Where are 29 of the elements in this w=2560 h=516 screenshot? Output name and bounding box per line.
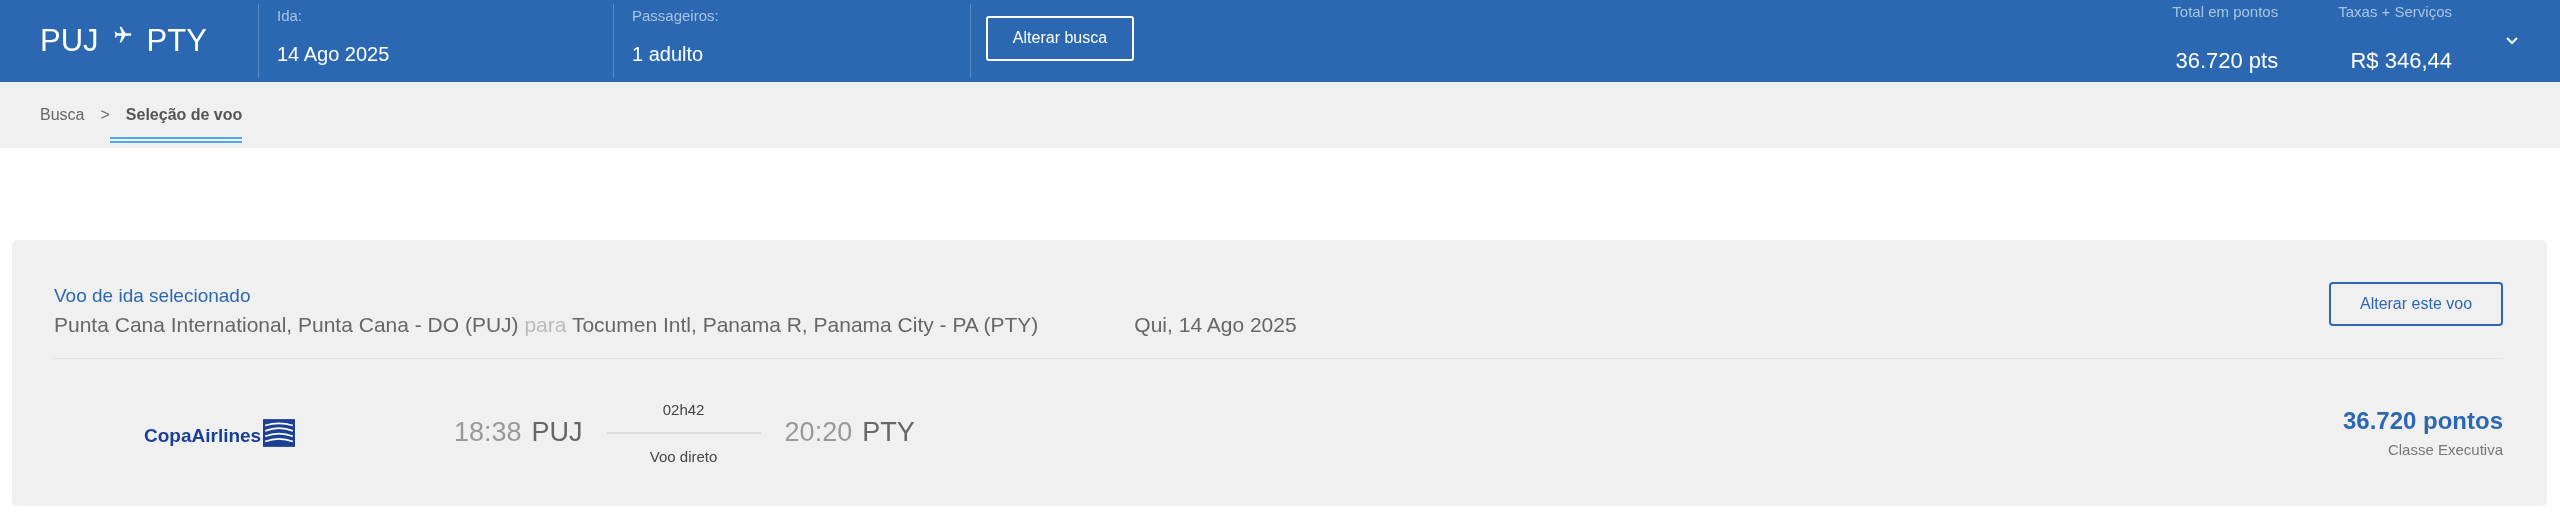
flight-duration: 02h42 <box>662 400 705 418</box>
destination-code: PTY <box>146 23 207 59</box>
chevron-down-icon[interactable] <box>2506 37 2518 45</box>
breadcrumb-item[interactable]: Busca <box>40 106 85 137</box>
departure-time: 18:38 <box>454 417 522 448</box>
field-label: Passageiros: <box>632 7 720 24</box>
arrival-time: 20:20 <box>784 417 853 448</box>
cabin-class: Classe Executiva <box>2387 441 2503 458</box>
change-search-button[interactable]: Alterar busca <box>986 15 1134 61</box>
field-value: 1 adulto <box>632 43 705 66</box>
departure-code: PUJ <box>531 417 583 448</box>
breadcrumb-item[interactable]: Seleção de voo <box>109 106 243 143</box>
card-title: Voo de ida selecionado <box>54 285 252 307</box>
total-label: Taxas + Serviços <box>2338 3 2452 20</box>
origin-code: PUJ <box>40 23 99 59</box>
change-flight-button[interactable]: Alterar este voo <box>2329 282 2503 326</box>
total-value: R$ 346,44 <box>2350 48 2452 74</box>
airline-name: CopaAirlines <box>144 424 262 447</box>
field-value: 14 Ago 2025 <box>277 43 391 66</box>
stops-label: Voo direto <box>649 447 718 465</box>
airplane-icon <box>112 25 133 45</box>
price-points: 36.720 pontos <box>2342 407 2503 435</box>
total-label: Total em pontos <box>2172 3 2279 20</box>
airline-logo-icon <box>263 418 296 447</box>
arrival-code: PTY <box>862 417 915 448</box>
total-value: 36.720 pts <box>2175 48 2279 74</box>
breadcrumb-separator: > <box>100 106 110 124</box>
flight-date: Qui, 14 Ago 2025 <box>1134 313 1297 337</box>
field-label: Ida: <box>277 7 304 24</box>
